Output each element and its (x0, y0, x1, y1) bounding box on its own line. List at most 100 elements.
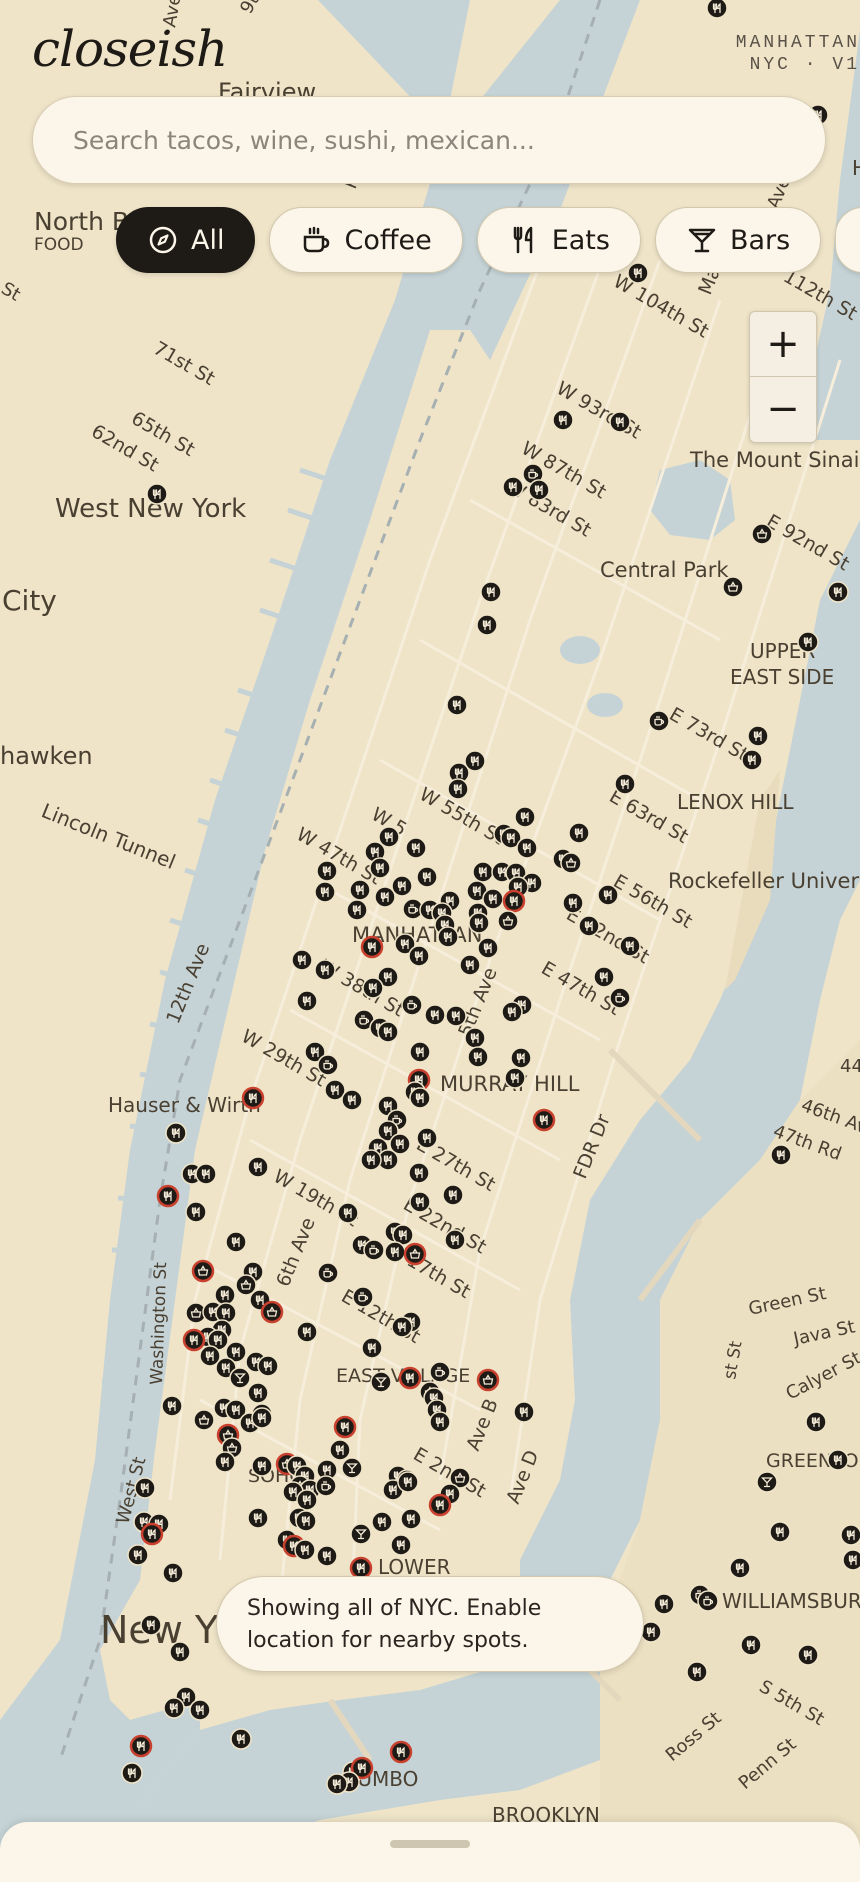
map-pin-eats[interactable] (370, 858, 390, 878)
map-pin-shop[interactable] (561, 853, 581, 873)
map-pin-eats[interactable] (477, 615, 497, 635)
map-pin-eats[interactable] (231, 1729, 251, 1749)
map-pin-eats[interactable] (742, 750, 762, 770)
map-pin-eats[interactable] (330, 1440, 350, 1460)
map-pin-eats[interactable] (184, 1330, 204, 1350)
map-pin-eats[interactable] (317, 1546, 337, 1566)
map-pin-eats[interactable] (430, 1412, 450, 1432)
map-pin-coffee[interactable] (698, 1591, 718, 1611)
map-pin-eats[interactable] (400, 1368, 420, 1388)
map-pin-eats[interactable] (843, 1550, 860, 1570)
map-pin-eats[interactable] (122, 1763, 142, 1783)
map-pin-eats[interactable] (248, 1383, 268, 1403)
map-pin-eats[interactable] (410, 1042, 430, 1062)
map-pin-eats[interactable] (517, 838, 537, 858)
filter-chip-bars[interactable]: Bars (655, 207, 821, 273)
map-pin-eats[interactable] (569, 823, 589, 843)
map-pin-eats[interactable] (615, 774, 635, 794)
map-pin-eats[interactable] (297, 991, 317, 1011)
map-pin-eats[interactable] (443, 1185, 463, 1205)
map-pin-coffee[interactable] (316, 1476, 336, 1496)
map-pin-eats[interactable] (135, 1478, 155, 1498)
map-pin-eats[interactable] (460, 955, 480, 975)
map-pin-eats[interactable] (258, 1356, 278, 1376)
zoom-out-button[interactable]: − (750, 377, 816, 441)
map-pin-eats[interactable] (654, 1594, 674, 1614)
map-pin-eats[interactable] (362, 937, 382, 957)
map-pin-eats[interactable] (620, 936, 640, 956)
map-pin-coffee[interactable] (318, 1263, 338, 1283)
map-pin-eats[interactable] (196, 1164, 216, 1184)
map-pin-eats[interactable] (798, 632, 818, 652)
map-pin-eats[interactable] (391, 1742, 411, 1762)
map-pin-eats[interactable] (478, 938, 498, 958)
map-pin-eats[interactable] (243, 1088, 263, 1108)
map-pin-cocktail[interactable] (757, 1472, 777, 1492)
map-pin-coffee[interactable] (610, 988, 630, 1008)
map-pin-eats[interactable] (447, 695, 467, 715)
map-pin-eats[interactable] (409, 1163, 429, 1183)
map-pin-eats[interactable] (425, 1005, 445, 1025)
filter-chip-more[interactable] (835, 207, 860, 273)
map-pin-cocktail[interactable] (351, 1524, 371, 1544)
map-pin-eats[interactable] (296, 1511, 316, 1531)
map-pin-eats[interactable] (186, 1202, 206, 1222)
map-pin-shop[interactable] (262, 1302, 282, 1322)
map-pin-eats[interactable] (327, 1774, 347, 1794)
map-pin-eats[interactable] (141, 1615, 161, 1635)
map-pin-eats[interactable] (553, 410, 573, 430)
map-pin-eats[interactable] (529, 480, 549, 500)
map-pin-eats[interactable] (828, 1450, 848, 1470)
map-pin-eats[interactable] (361, 1150, 381, 1170)
map-pin-eats[interactable] (297, 1322, 317, 1342)
map-pin-eats[interactable] (335, 1417, 355, 1437)
map-pin-eats[interactable] (215, 1452, 235, 1472)
map-pin-eats[interactable] (806, 1412, 826, 1432)
map-pin-eats[interactable] (798, 1645, 818, 1665)
sheet-drag-handle[interactable] (390, 1840, 470, 1848)
map-pin-eats[interactable] (410, 1088, 430, 1108)
map-pin-cocktail[interactable] (230, 1368, 250, 1388)
map-pin-eats[interactable] (248, 1508, 268, 1528)
map-pin-coffee[interactable] (318, 1055, 338, 1075)
map-pin-cocktail[interactable] (371, 1372, 391, 1392)
map-pin-eats[interactable] (473, 862, 493, 882)
map-pin-eats[interactable] (409, 946, 429, 966)
map-pin-eats[interactable] (170, 1642, 190, 1662)
map-pin-eats[interactable] (363, 978, 383, 998)
map-pin-eats[interactable] (641, 1622, 661, 1642)
map-pin-coffee[interactable] (364, 1240, 384, 1260)
map-pin-eats[interactable] (398, 1472, 418, 1492)
map-pin-eats[interactable] (392, 1317, 412, 1337)
filter-chip-coffee[interactable]: Coffee (269, 207, 462, 273)
map-pin-eats[interactable] (828, 582, 848, 602)
map-pin-eats[interactable] (252, 1408, 272, 1428)
map-pin-eats[interactable] (438, 927, 458, 947)
map-pin-eats[interactable] (315, 960, 335, 980)
map-pin-eats[interactable] (347, 900, 367, 920)
map-pin-eats[interactable] (468, 1047, 488, 1067)
map-pin-eats[interactable] (707, 0, 727, 18)
map-pin-eats[interactable] (502, 1002, 522, 1022)
map-pin-eats[interactable] (534, 1110, 554, 1130)
map-pin-eats[interactable] (594, 967, 614, 987)
search-bar[interactable] (32, 96, 826, 184)
map-pin-eats[interactable] (350, 880, 370, 900)
map-pin-eats[interactable] (503, 477, 523, 497)
map-pin-eats[interactable] (563, 893, 583, 913)
map-pin-eats[interactable] (511, 1048, 531, 1068)
map-pin-eats[interactable] (190, 1700, 210, 1720)
map-pin-eats[interactable] (741, 1635, 761, 1655)
map-pin-eats[interactable] (770, 1522, 790, 1542)
map-pin-coffee[interactable] (430, 1362, 450, 1382)
map-pin-shop[interactable] (405, 1244, 425, 1264)
map-pin-eats[interactable] (406, 838, 426, 858)
map-pin-eats[interactable] (162, 1396, 182, 1416)
map-pin-eats[interactable] (147, 484, 167, 504)
map-pin-eats[interactable] (771, 1145, 791, 1165)
map-pin-eats[interactable] (248, 1157, 268, 1177)
map-pin-eats[interactable] (226, 1232, 246, 1252)
map-pin-eats[interactable] (351, 1558, 371, 1578)
map-pin-eats[interactable] (166, 1123, 186, 1143)
bottom-sheet[interactable] (0, 1822, 860, 1882)
